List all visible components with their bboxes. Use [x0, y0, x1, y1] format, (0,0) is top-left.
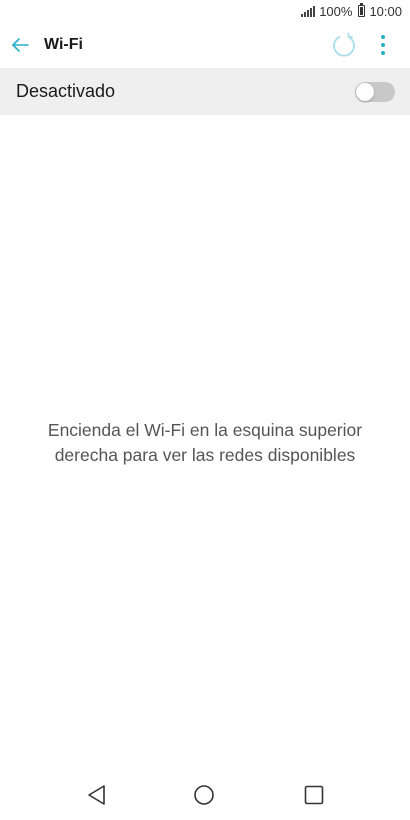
- empty-state-line-1: Encienda el Wi-Fi en la esquina superior: [47, 420, 363, 440]
- nav-recents-icon[interactable]: [303, 784, 325, 806]
- status-bar: 100% 10:00: [0, 0, 410, 22]
- switch-knob: [356, 82, 374, 101]
- signal-icon: [301, 5, 316, 17]
- more-options-icon[interactable]: [376, 34, 390, 56]
- empty-state-message: Encienda el Wi-Fi en la esquina superior…: [20, 418, 390, 468]
- page-title: Wi-Fi: [44, 36, 83, 53]
- wifi-switch[interactable]: [355, 81, 395, 102]
- app-bar: Wi-Fi: [0, 22, 410, 68]
- back-arrow-icon[interactable]: [10, 35, 30, 55]
- navigation-bar: [0, 770, 410, 820]
- battery-percentage: 100%: [319, 3, 353, 19]
- refresh-icon[interactable]: [331, 32, 357, 58]
- nav-back-icon[interactable]: [86, 783, 108, 807]
- clock: 10:00: [369, 3, 402, 19]
- wifi-status-label: Desactivado: [16, 81, 116, 101]
- wifi-toggle-row[interactable]: Desactivado: [0, 68, 410, 115]
- empty-state-line-2: derecha para ver las redes disponibles: [54, 445, 356, 465]
- battery-icon: [358, 3, 366, 17]
- nav-home-icon[interactable]: [193, 784, 215, 806]
